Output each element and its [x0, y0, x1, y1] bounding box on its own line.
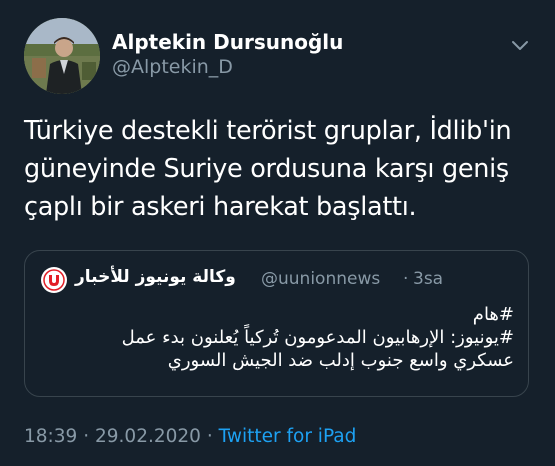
tweet-detail: Alptekin Dursunoğlu @Alptekin_D Türkiye … — [0, 0, 555, 466]
quoted-text-line: #هام — [472, 304, 514, 325]
quoted-tweet-text: #هام #يونيوز: الإرهابيون المدعومون تُركي… — [34, 303, 514, 372]
tweet-date[interactable]: 29.02.2020 — [95, 426, 201, 447]
tweet-text-line: çaplı bir askeri harekat başlattı. — [24, 192, 417, 222]
tweet-meta: 18:39 · 29.02.2020 · Twitter for iPad — [24, 426, 356, 447]
separator-dot: · — [206, 426, 213, 447]
tweet-source-link[interactable]: Twitter for iPad — [219, 426, 357, 447]
quoted-text-line: #يونيوز: الإرهابيون المدعومون تُركياً يُ… — [121, 327, 514, 348]
quoted-text-line: عسكري واسع جنوب إدلب ضد الجيش السوري — [167, 350, 514, 371]
quoted-author-handle[interactable]: @uunionnews — [261, 269, 380, 289]
avatar-photo — [24, 18, 100, 94]
tweet-text-line: Türkiye destekli terörist gruplar, İdlib… — [24, 116, 512, 146]
avatar[interactable] — [24, 18, 100, 94]
author-name[interactable]: Alptekin Dursunoğlu — [112, 30, 343, 54]
author-handle[interactable]: @Alptekin_D — [112, 56, 233, 78]
uunion-logo-icon — [41, 267, 67, 293]
chevron-down-icon[interactable] — [509, 34, 531, 56]
tweet-text: Türkiye destekli terörist gruplar, İdlib… — [24, 112, 534, 226]
tweet-text-line: güneyinde Suriye ordusuna karşı geniş — [24, 154, 509, 184]
tweet-time[interactable]: 18:39 — [24, 426, 77, 447]
quoted-timestamp[interactable]: 3sa — [413, 269, 443, 289]
quoted-tweet[interactable]: وكالة يونيوز للأخبار @uunionnews · 3sa #… — [24, 250, 529, 397]
separator-dot: · — [403, 269, 409, 289]
separator-dot: · — [83, 426, 90, 447]
quoted-author-name[interactable]: وكالة يونيوز للأخبار — [75, 267, 236, 287]
